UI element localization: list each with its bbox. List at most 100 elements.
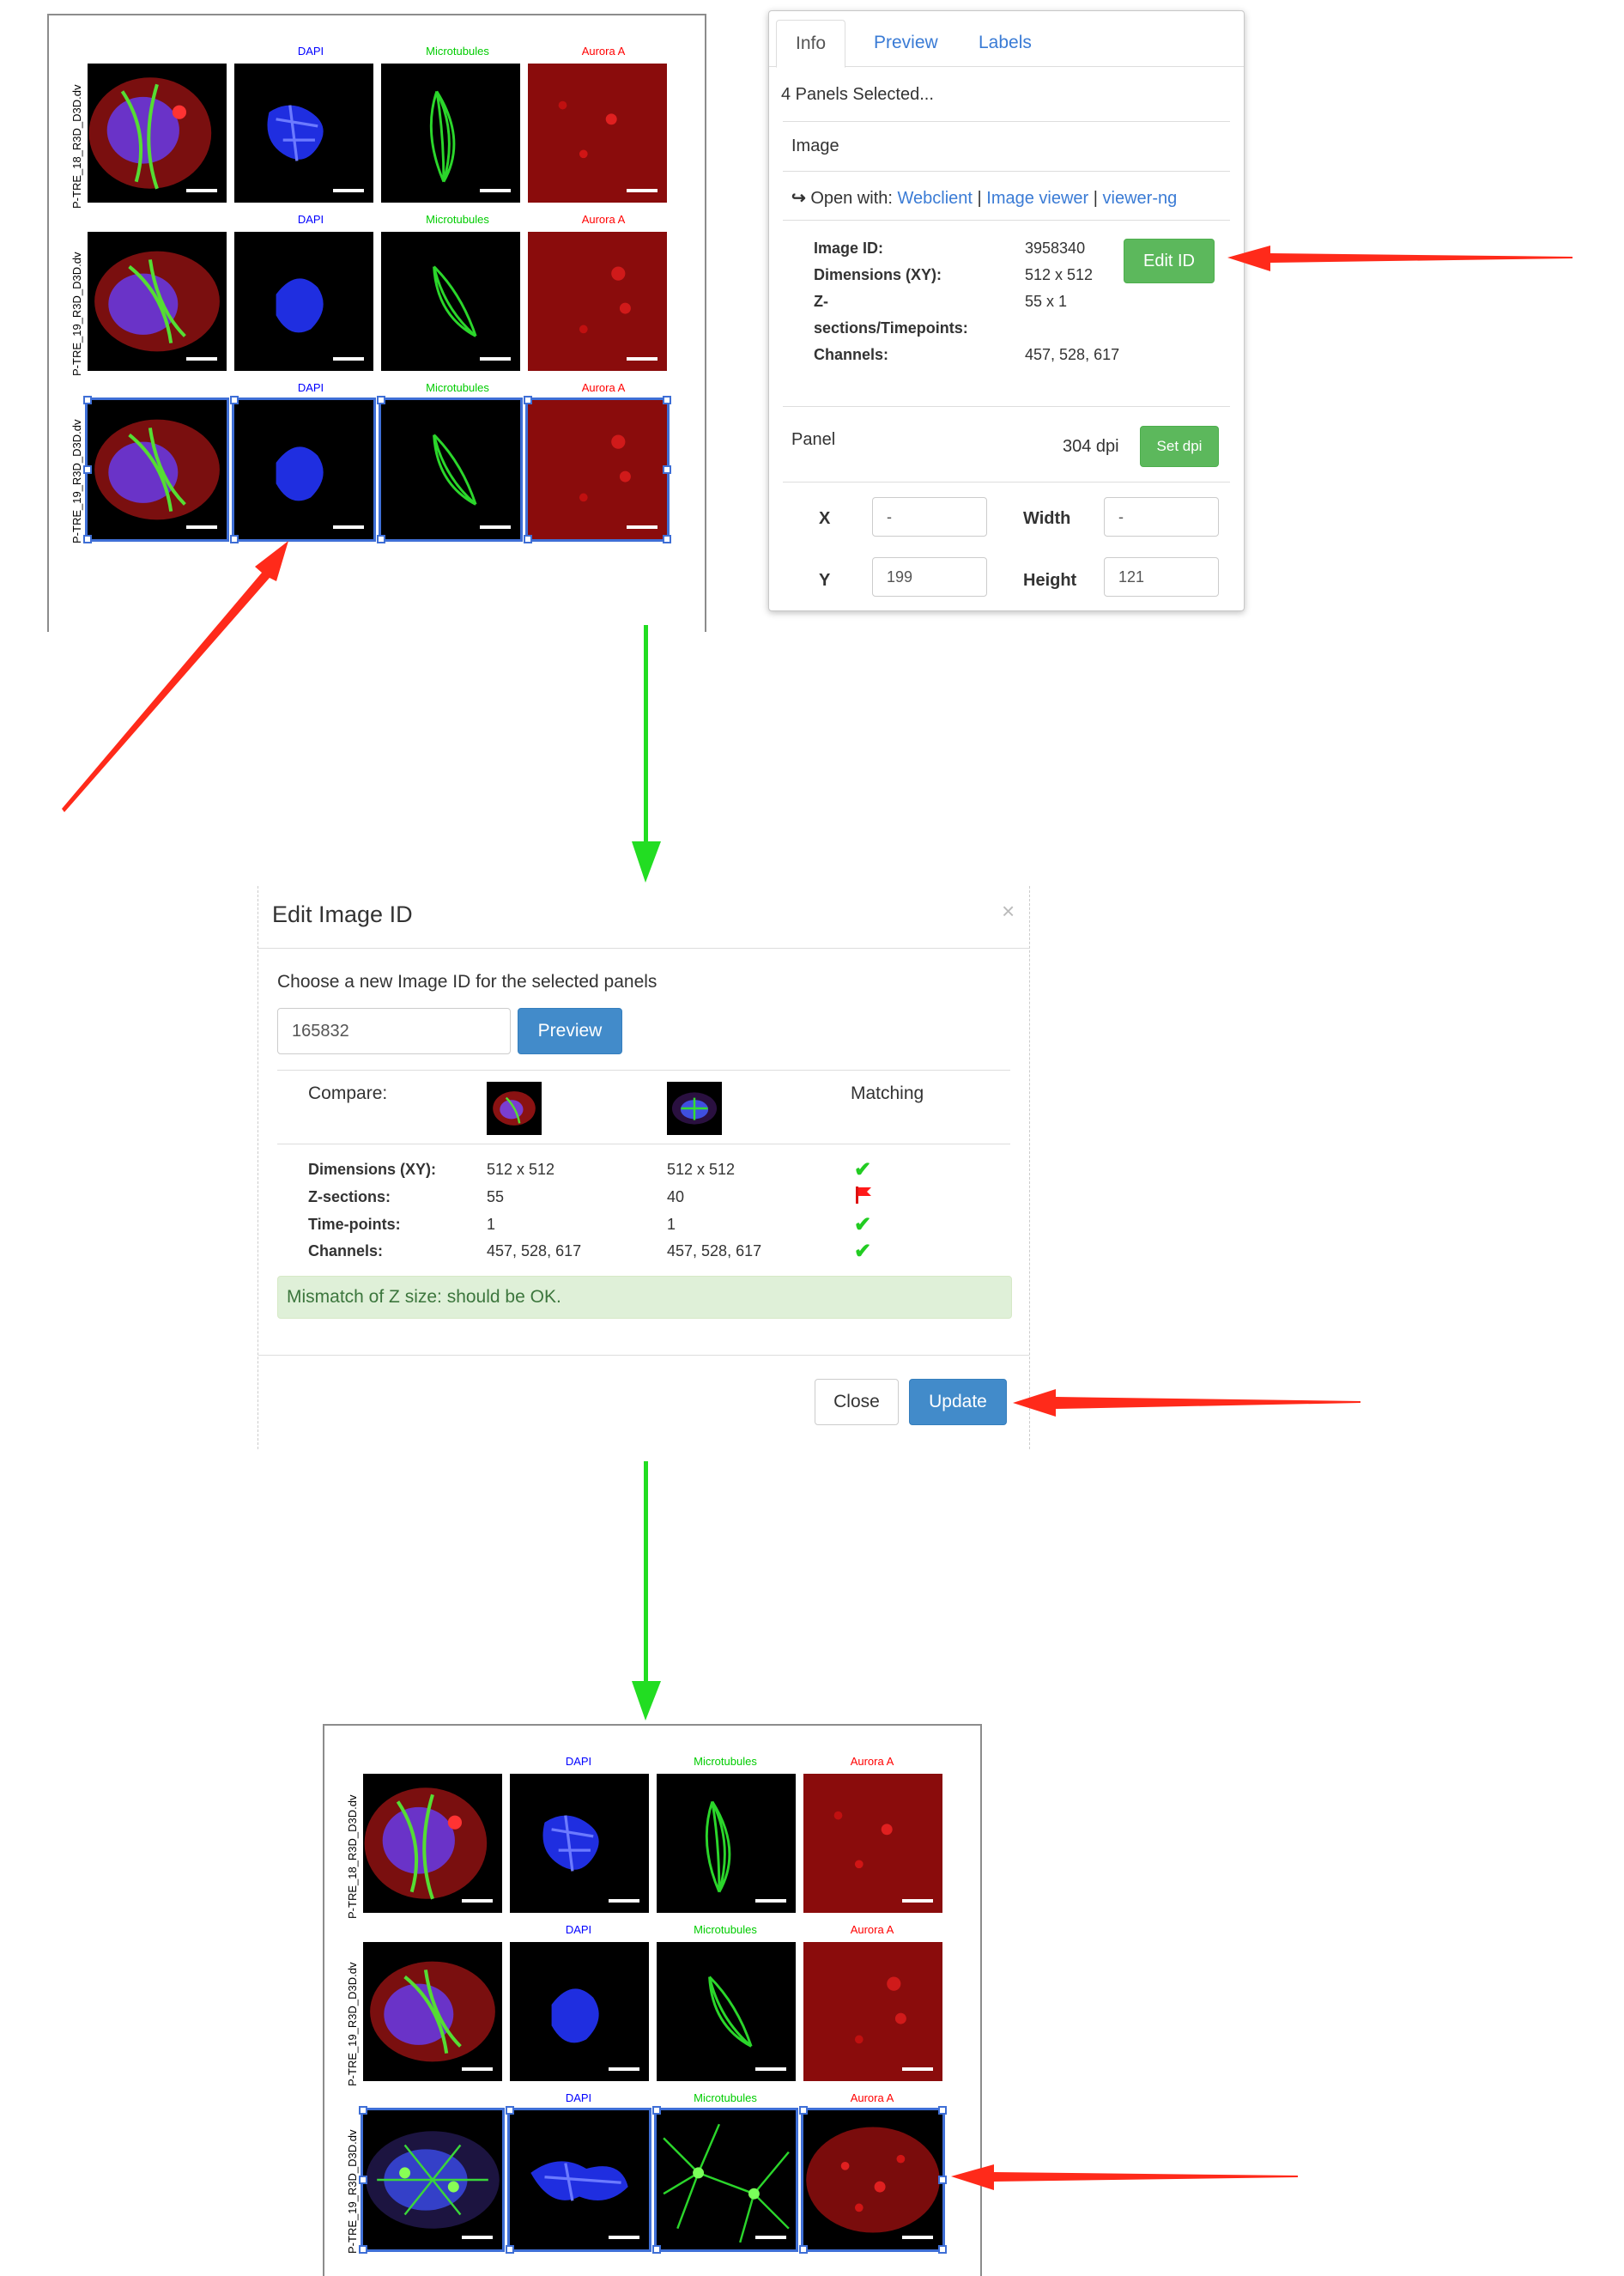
width-label: Width [1023, 509, 1071, 528]
resize-handle[interactable] [524, 535, 532, 543]
preview-button[interactable]: Preview [518, 1008, 622, 1054]
panel-aurora[interactable] [528, 64, 667, 203]
resize-handle[interactable] [506, 2245, 514, 2254]
link-webclient[interactable]: Webclient [898, 189, 973, 208]
resize-handle[interactable] [652, 2106, 661, 2115]
panel-dapi[interactable] [234, 64, 373, 203]
open-with-row: ↪ Open with: Webclient | Image viewer | … [791, 187, 1177, 209]
panel-microtubules[interactable] [381, 64, 520, 203]
resize-handle[interactable] [506, 2106, 514, 2115]
resize-handle[interactable] [938, 2106, 947, 2115]
channel-label-microtubules: Microtubules [426, 45, 489, 58]
y-input[interactable]: 199 [872, 557, 987, 597]
panel-merged[interactable] [88, 232, 227, 371]
panel-merged[interactable] [363, 1774, 502, 1913]
panel-aurora[interactable] [803, 1774, 942, 1913]
resize-handle[interactable] [652, 2245, 661, 2254]
panel-aurora[interactable] [803, 1942, 942, 2081]
field-label-image-id: Image ID: [814, 240, 884, 257]
field-value-z: 55 x 1 [1025, 293, 1068, 310]
panel-merged-selected[interactable] [85, 398, 229, 542]
panel-dapi[interactable] [234, 232, 373, 371]
divider [783, 171, 1230, 172]
panel-dapi[interactable] [510, 1942, 649, 2081]
panel-microtubules[interactable] [657, 1774, 796, 1913]
row-label-1: P-TRE_18_R3D_D3D.dv [346, 1794, 359, 1919]
panel-aurora[interactable] [528, 232, 667, 371]
channel-label-aurora: Aurora A [850, 1755, 894, 1768]
panel-merged-updated[interactable] [361, 2108, 505, 2252]
compare-row-new: 512 x 512 [667, 1161, 736, 1178]
edit-image-id-modal: Edit Image ID × Choose a new Image ID fo… [258, 886, 1030, 1449]
mismatch-alert: Mismatch of Z size: should be OK. [277, 1276, 1012, 1319]
resize-handle[interactable] [230, 396, 239, 404]
resize-handle[interactable] [799, 2245, 808, 2254]
panel-dapi-updated[interactable] [507, 2108, 651, 2252]
resize-handle[interactable] [938, 2176, 947, 2184]
panel-aurora-updated[interactable] [801, 2108, 945, 2252]
modal-prompt: Choose a new Image ID for the selected p… [277, 972, 657, 992]
resize-handle[interactable] [359, 2106, 367, 2115]
panel-microtubules[interactable] [657, 1942, 796, 2081]
panel-dapi-selected[interactable] [232, 398, 376, 542]
channel-label-microtubules: Microtubules [694, 1923, 757, 1936]
divider [258, 948, 1029, 949]
panel-microtubules-updated[interactable] [654, 2108, 798, 2252]
thumbnail-new [667, 1082, 722, 1135]
resize-handle[interactable] [663, 465, 671, 474]
x-label: X [819, 509, 831, 528]
resize-handle[interactable] [377, 535, 385, 543]
tab-labels[interactable]: Labels [960, 20, 1051, 66]
resize-handle[interactable] [663, 535, 671, 543]
close-button[interactable]: Close [815, 1379, 899, 1425]
resize-handle[interactable] [663, 396, 671, 404]
edit-id-button[interactable]: Edit ID [1124, 239, 1215, 283]
field-label-channels: Channels: [814, 346, 889, 363]
channel-label-microtubules: Microtubules [426, 213, 489, 226]
panel-aurora-selected[interactable] [525, 398, 670, 542]
info-panel: Info Preview Labels 4 Panels Selected...… [768, 10, 1245, 611]
close-icon[interactable]: × [1002, 898, 1015, 925]
set-dpi-button[interactable]: Set dpi [1140, 426, 1219, 467]
resize-handle[interactable] [799, 2106, 808, 2115]
resize-handle[interactable] [938, 2245, 947, 2254]
panel-merged[interactable] [88, 64, 227, 203]
row-label-1: P-TRE_18_R3D_D3D.dv [70, 84, 83, 209]
compare-row-new: 457, 528, 617 [667, 1242, 762, 1259]
panel-merged[interactable] [363, 1942, 502, 2081]
open-external-icon: ↪ [791, 189, 806, 208]
resize-handle[interactable] [230, 535, 239, 543]
update-button[interactable]: Update [909, 1379, 1007, 1425]
divider [277, 1070, 1010, 1071]
tab-bar: Info Preview Labels [769, 11, 1244, 68]
red-arrow-icon [951, 2164, 1298, 2190]
row-label-3: P-TRE_19_R3D_D3D.dv [70, 419, 83, 543]
resize-handle[interactable] [359, 2176, 367, 2184]
resize-handle[interactable] [359, 2245, 367, 2254]
channel-label-microtubules: Microtubules [694, 1755, 757, 1768]
matching-label: Matching [851, 1083, 924, 1103]
image-id-input[interactable]: 165832 [277, 1008, 511, 1054]
resize-handle[interactable] [524, 396, 532, 404]
resize-handle[interactable] [83, 396, 92, 404]
panel-microtubules-selected[interactable] [379, 398, 523, 542]
compare-row-old: 457, 528, 617 [487, 1242, 582, 1259]
height-label: Height [1023, 571, 1077, 590]
link-viewer-ng[interactable]: viewer-ng [1103, 189, 1178, 208]
width-input[interactable]: - [1104, 497, 1219, 537]
panel-microtubules[interactable] [381, 232, 520, 371]
tab-info[interactable]: Info [776, 20, 846, 68]
x-input[interactable]: - [872, 497, 987, 537]
tab-preview[interactable]: Preview [855, 20, 957, 66]
resize-handle[interactable] [377, 396, 385, 404]
modal-title: Edit Image ID [272, 901, 413, 927]
compare-row-old: 55 [487, 1188, 505, 1205]
panel-dapi[interactable] [510, 1774, 649, 1913]
resize-handle[interactable] [83, 465, 92, 474]
channel-label-aurora: Aurora A [850, 2091, 894, 2104]
height-input[interactable]: 121 [1104, 557, 1219, 597]
resize-handle[interactable] [83, 535, 92, 543]
compare-label: Compare: [308, 1083, 388, 1103]
field-value-channels: 457, 528, 617 [1025, 346, 1120, 363]
link-image-viewer[interactable]: Image viewer [986, 189, 1088, 208]
